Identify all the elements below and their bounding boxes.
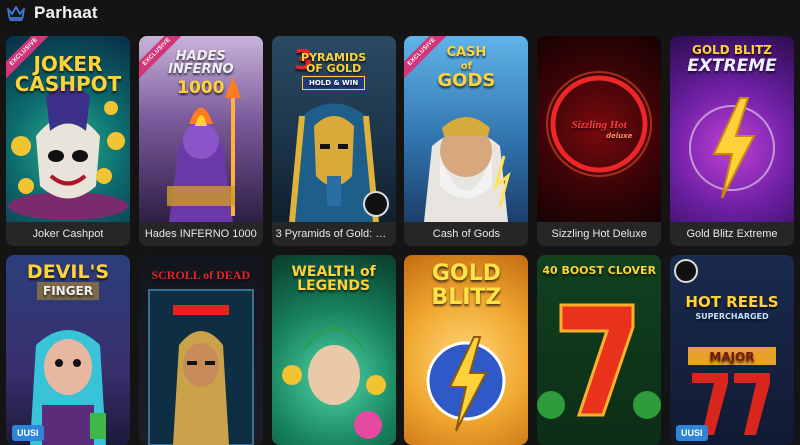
game-row: JOKER CASHPOT EXCLUSIVE Joker Cashpot HA…	[6, 36, 794, 246]
game-thumbnail: CASH of GODS EXCLUSIVE	[404, 36, 529, 222]
game-logo: JOKER CASHPOT	[14, 52, 122, 96]
game-thumbnail: HOT REELS SUPERCHARGED MAJOR UUSI	[669, 255, 794, 445]
game-logo: SCROLL of DEAD	[151, 268, 251, 282]
game-tile-sizzling-hot-deluxe[interactable]: Sizzling Hot deluxe Sizzling Hot Deluxe	[537, 36, 662, 246]
game-tile-cash-of-gods[interactable]: CASH of GODS EXCLUSIVE Cash of Gods	[404, 36, 529, 246]
game-title: Hades INFERNO 1000	[138, 222, 263, 246]
game-thumbnail: GOLD BLITZ EXTREME	[669, 36, 794, 222]
game-thumbnail: 40 BOOST CLOVER	[537, 255, 662, 445]
game-tile-joker-cashpot[interactable]: JOKER CASHPOT EXCLUSIVE Joker Cashpot	[6, 36, 130, 246]
game-logo: DEVIL'S	[26, 261, 110, 283]
game-tile-gold-blitz-extreme[interactable]: GOLD BLITZ EXTREME Gold Blitz Extreme	[669, 36, 794, 246]
game-thumbnail: JOKER CASHPOT EXCLUSIVE	[6, 36, 130, 222]
section-header: Parhaat	[6, 0, 98, 26]
game-title: 3 Pyramids of Gold: H...	[271, 222, 396, 246]
game-tile-40-boost-clover[interactable]: 40 BOOST CLOVER	[537, 255, 662, 445]
game-logo: 40 BOOST CLOVER	[542, 264, 657, 277]
game-logo: HOT REELS	[685, 293, 779, 311]
new-badge: UUSI	[12, 425, 44, 441]
game-row: DEVIL'S FINGER UUSI SCROLL of DEAD WEALT…	[6, 255, 794, 445]
game-thumbnail: GOLD BLITZ	[404, 255, 529, 445]
game-thumbnail: WEALTH of LEGENDS	[271, 255, 396, 445]
game-grid: JOKER CASHPOT EXCLUSIVE Joker Cashpot HA…	[6, 36, 794, 445]
section-title: Parhaat	[34, 3, 98, 22]
game-thumbnail: SCROLL of DEAD	[138, 255, 263, 445]
game-thumbnail: DEVIL'S FINGER UUSI	[6, 255, 130, 445]
game-tile-hades-inferno-1000[interactable]: HADES INFERNO 1000 EXCLUSIVE Hades INFERN…	[138, 36, 263, 246]
game-logo: WEALTH of LEGENDS	[291, 264, 376, 294]
game-logo: GOLD	[431, 261, 501, 286]
game-thumbnail: HADES INFERNO 1000 EXCLUSIVE	[138, 36, 263, 222]
new-badge: UUSI	[675, 425, 708, 441]
game-title: Joker Cashpot	[6, 222, 130, 246]
game-tile-3-pyramids-of-gold[interactable]: 3 PYRAMIDS OF GOLD HOLD & WIN 3 Pyramids …	[271, 36, 396, 246]
game-title: Gold Blitz Extreme	[669, 222, 794, 246]
game-tile-wealth-of-legends[interactable]: WEALTH of LEGENDS	[271, 255, 396, 445]
game-logo: Sizzling Hot	[571, 119, 627, 131]
game-title: Sizzling Hot Deluxe	[537, 222, 662, 246]
game-logo: GOLD BLITZ	[691, 43, 772, 57]
game-tile-gold-blitz[interactable]: GOLD BLITZ	[404, 255, 529, 445]
game-tile-scroll-of-dead[interactable]: SCROLL of DEAD	[138, 255, 263, 445]
game-tile-hot-reels-supercharged[interactable]: HOT REELS SUPERCHARGED MAJOR UUSI	[669, 255, 794, 445]
game-tile-devils-finger[interactable]: DEVIL'S FINGER UUSI	[6, 255, 130, 445]
game-title: Cash of Gods	[404, 222, 529, 246]
game-thumbnail: 3 PYRAMIDS OF GOLD HOLD & WIN	[271, 36, 396, 222]
game-thumbnail: Sizzling Hot deluxe	[537, 36, 662, 222]
crown-icon	[6, 5, 26, 21]
